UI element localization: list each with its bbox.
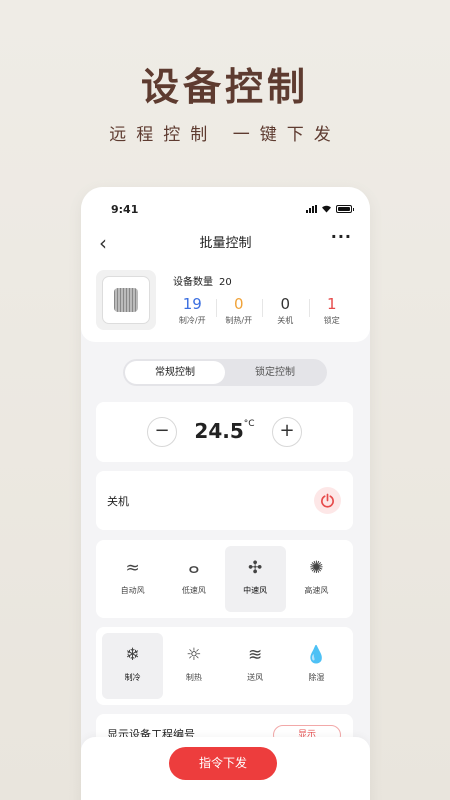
option-label: 高速风: [304, 586, 329, 595]
stat-value: 0: [233, 295, 244, 313]
promo-subtitle: 远程控制 一键下发: [109, 125, 341, 145]
fan-speed-card: ≈ 自动风 ⴰ 低速风 ✣ 中速风 ✺ 高速风: [96, 540, 353, 618]
stat-cooling: 19 制冷/开: [169, 295, 216, 326]
stat-value: 1: [326, 295, 337, 313]
stat-label: 关机: [277, 316, 294, 325]
device-count: 设备数量 20: [173, 273, 232, 288]
fan-medium-option[interactable]: ✣ 中速风: [224, 546, 286, 612]
temperature-value: 24.5: [194, 419, 244, 443]
stat-label: 锁定: [323, 316, 340, 325]
tab-normal-control[interactable]: 常规控制: [125, 361, 225, 384]
mode-fan-option[interactable]: ≋ 送风: [225, 633, 286, 699]
control-mode-switch: 常规控制 锁定控制: [123, 359, 327, 386]
phone-frame: 9:41 ‹ 批量控制 ··· 设备数量20 19 制冷/开 0 制热/开 0: [81, 187, 370, 800]
snowflake-icon: ❄: [125, 645, 140, 665]
page-title: 批量控制: [199, 236, 252, 251]
device-count-value: 20: [219, 277, 232, 288]
send-command-button[interactable]: 指令下发: [169, 747, 277, 780]
option-label: 送风: [247, 673, 264, 682]
temperature-display: 24.5°C: [96, 419, 353, 443]
bottom-bar: 指令下发: [81, 737, 370, 800]
stat-off: 0 关机: [262, 295, 309, 326]
stat-value: 0: [280, 295, 291, 313]
power-icon: [321, 493, 334, 508]
option-label: 自动风: [120, 586, 145, 595]
high-fan-icon: ✺: [309, 558, 324, 578]
auto-fan-icon: ≈: [125, 558, 140, 578]
temperature-unit: °C: [243, 419, 255, 429]
temperature-card: − 24.5°C +: [96, 402, 353, 462]
option-label: 制热: [185, 673, 202, 682]
status-icons: [306, 205, 354, 213]
low-fan-icon: ⴰ: [188, 558, 200, 578]
device-image: [96, 270, 156, 330]
mode-heat-option[interactable]: ☼ 制热: [163, 633, 224, 699]
wind-icon: ≋: [248, 645, 263, 665]
more-button[interactable]: ···: [331, 227, 352, 246]
battery-icon: [336, 205, 354, 213]
stat-heating: 0 制热/开: [215, 295, 263, 326]
increase-temp-button[interactable]: +: [272, 417, 302, 447]
stat-locked: 1 锁定: [308, 295, 356, 326]
promo-title: 设备控制: [140, 65, 309, 109]
sun-icon: ☼: [186, 645, 202, 665]
stat-value: 19: [182, 295, 202, 313]
device-stats: 19 制冷/开 0 制热/开 0 关机 1 锁定: [169, 295, 355, 326]
stat-label: 制冷/开: [178, 316, 206, 325]
mode-dry-option[interactable]: 💧 除湿: [286, 633, 347, 699]
power-label: 关机: [107, 495, 129, 508]
fan-high-option[interactable]: ✺ 高速风: [286, 546, 347, 612]
fan-low-option[interactable]: ⴰ 低速风: [163, 546, 224, 612]
fan-auto-option[interactable]: ≈ 自动风: [102, 546, 163, 612]
tab-lock-control[interactable]: 锁定控制: [225, 361, 325, 384]
mode-cool-option[interactable]: ❄ 制冷: [102, 633, 164, 699]
device-count-label: 设备数量: [173, 277, 213, 288]
stat-label: 制热/开: [225, 316, 253, 325]
wifi-icon: [322, 205, 331, 213]
status-time: 9:41: [111, 203, 139, 216]
option-label: 除湿: [308, 673, 325, 682]
option-label: 中速风: [243, 586, 268, 595]
power-card: 关机: [96, 471, 353, 530]
air-conditioner-icon: [102, 276, 150, 324]
signal-icon: [306, 205, 317, 213]
droplet-icon: 💧: [305, 645, 327, 665]
mode-card: ❄ 制冷 ☼ 制热 ≋ 送风 💧 除湿: [96, 627, 353, 705]
option-label: 制冷: [124, 673, 141, 682]
power-button[interactable]: [314, 487, 341, 514]
option-label: 低速风: [181, 586, 206, 595]
medium-fan-icon: ✣: [248, 558, 263, 578]
header-area: 9:41 ‹ 批量控制 ··· 设备数量20 19 制冷/开 0 制热/开 0: [81, 187, 370, 342]
